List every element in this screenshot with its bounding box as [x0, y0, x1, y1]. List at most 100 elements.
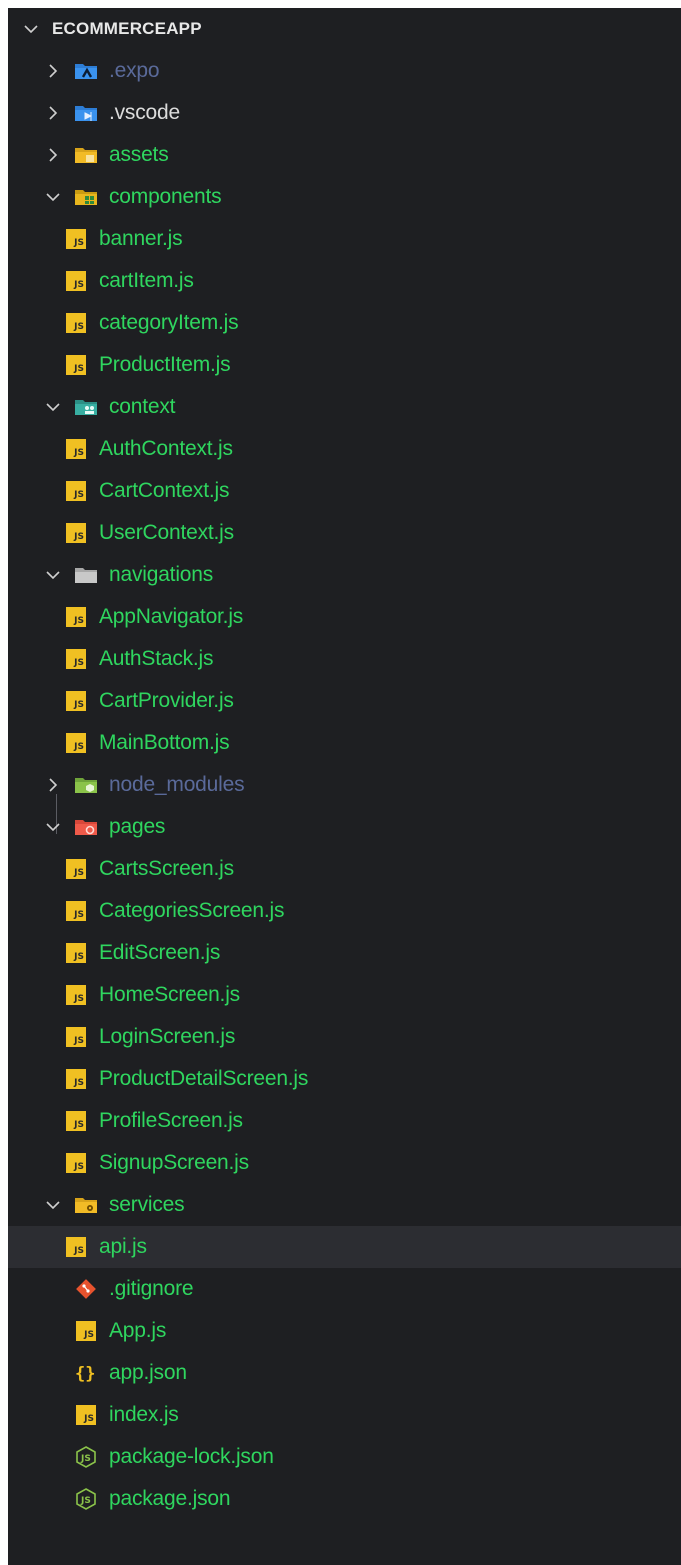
- folder-row-navigations[interactable]: navigations: [8, 554, 681, 596]
- file-row-package-json[interactable]: JS package.json: [8, 1478, 681, 1520]
- file-row-categoryitem-js[interactable]: JS categoryItem.js: [8, 302, 681, 344]
- tree-item-label: UserContext.js: [99, 521, 234, 544]
- node-folder-icon: [74, 773, 98, 797]
- file-row-usercontext-js[interactable]: JS UserContext.js: [8, 512, 681, 554]
- file-row-categoriesscreen-js[interactable]: JS CategoriesScreen.js: [8, 890, 681, 932]
- tree-item-label: node_modules: [109, 773, 245, 796]
- tree-item-label: app.json: [109, 1361, 187, 1384]
- js-file-icon: JS: [64, 1025, 88, 1049]
- file-row-productitem-js[interactable]: JS ProductItem.js: [8, 344, 681, 386]
- tree-item-label: ProfileScreen.js: [99, 1109, 243, 1132]
- chevron-right-icon[interactable]: [42, 102, 64, 124]
- js-file-icon: JS: [64, 353, 88, 377]
- tree-item-label: cartItem.js: [99, 269, 194, 292]
- js-file-icon: JS: [74, 1319, 98, 1343]
- services-folder-icon: [74, 1193, 98, 1217]
- js-file-icon: JS: [64, 1109, 88, 1133]
- file-row-app-js[interactable]: JS App.js: [8, 1310, 681, 1352]
- chevron-right-icon[interactable]: [42, 144, 64, 166]
- tree-item-label: components: [109, 185, 222, 208]
- folder-row-services[interactable]: services: [8, 1184, 681, 1226]
- components-folder-icon: [74, 185, 98, 209]
- js-file-icon: JS: [64, 857, 88, 881]
- chevron-right-icon[interactable]: [42, 60, 64, 82]
- tree-item-label: AuthStack.js: [99, 647, 214, 670]
- tree-item-label: CartProvider.js: [99, 689, 234, 712]
- js-file-icon: JS: [64, 731, 88, 755]
- chevron-down-icon: [20, 18, 42, 40]
- tree-item-label: index.js: [109, 1403, 179, 1426]
- chevron-down-icon[interactable]: [42, 186, 64, 208]
- file-row-signupscreen-js[interactable]: JS SignupScreen.js: [8, 1142, 681, 1184]
- file-row-cartsscreen-js[interactable]: JS CartsScreen.js: [8, 848, 681, 890]
- file-row-mainbottom-js[interactable]: JS MainBottom.js: [8, 722, 681, 764]
- vscode-folder-icon: [74, 101, 98, 125]
- folder-row-vscode[interactable]: .vscode: [8, 92, 681, 134]
- chevron-down-icon[interactable]: [42, 396, 64, 418]
- assets-folder-icon: [74, 143, 98, 167]
- folder-row-expo[interactable]: .expo: [8, 50, 681, 92]
- explorer-root-label: ECOMMERCEAPP: [52, 19, 202, 38]
- json-braces-icon: {}: [74, 1361, 98, 1385]
- js-file-icon: JS: [64, 983, 88, 1007]
- file-row-cartcontext-js[interactable]: JS CartContext.js: [8, 470, 681, 512]
- svg-text:{}: {}: [75, 1364, 95, 1384]
- file-row-authstack-js[interactable]: JS AuthStack.js: [8, 638, 681, 680]
- chevron-down-icon[interactable]: [42, 1194, 64, 1216]
- folder-row-pages[interactable]: pages: [8, 806, 681, 848]
- file-row-productdetailscreen-js[interactable]: JS ProductDetailScreen.js: [8, 1058, 681, 1100]
- file-row-editscreen-js[interactable]: JS EditScreen.js: [8, 932, 681, 974]
- file-row-cartprovider-js[interactable]: JS CartProvider.js: [8, 680, 681, 722]
- js-file-icon: JS: [64, 1151, 88, 1175]
- file-row-gitignore[interactable]: .gitignore: [8, 1268, 681, 1310]
- file-row-cartitem-js[interactable]: JS cartItem.js: [8, 260, 681, 302]
- js-file-icon: JS: [64, 227, 88, 251]
- tree-item-label: App.js: [109, 1319, 167, 1342]
- js-file-icon: JS: [64, 941, 88, 965]
- expo-folder-icon: [74, 59, 98, 83]
- tree-item-label: HomeScreen.js: [99, 983, 240, 1006]
- chevron-right-icon[interactable]: [42, 774, 64, 796]
- chevron-down-icon[interactable]: [42, 816, 64, 838]
- tree-item-label: .expo: [109, 59, 160, 82]
- chevron-down-icon[interactable]: [42, 564, 64, 586]
- file-row-app-json[interactable]: {} app.json: [8, 1352, 681, 1394]
- file-row-loginscreen-js[interactable]: JS LoginScreen.js: [8, 1016, 681, 1058]
- folder-row-assets[interactable]: assets: [8, 134, 681, 176]
- js-file-icon: JS: [64, 647, 88, 671]
- explorer-root-ecommerceapp[interactable]: ECOMMERCEAPP: [8, 8, 681, 50]
- tree-item-label: .vscode: [109, 101, 180, 124]
- tree-item-label: MainBottom.js: [99, 731, 230, 754]
- context-folder-icon: [74, 395, 98, 419]
- js-file-icon: JS: [64, 521, 88, 545]
- git-icon: [74, 1277, 98, 1301]
- file-row-api-js[interactable]: JS api.js: [8, 1226, 681, 1268]
- tree-item-label: .gitignore: [109, 1277, 194, 1300]
- tree-item-label: AuthContext.js: [99, 437, 233, 460]
- pages-folder-icon: [74, 815, 98, 839]
- tree-item-label: CartContext.js: [99, 479, 230, 502]
- file-row-homescreen-js[interactable]: JS HomeScreen.js: [8, 974, 681, 1016]
- tree-item-label: categoryItem.js: [99, 311, 239, 334]
- file-row-index-js[interactable]: JS index.js: [8, 1394, 681, 1436]
- js-file-icon: JS: [74, 1403, 98, 1427]
- file-row-authcontext-js[interactable]: JS AuthContext.js: [8, 428, 681, 470]
- tree-item-label: LoginScreen.js: [99, 1025, 236, 1048]
- file-row-profilescreen-js[interactable]: JS ProfileScreen.js: [8, 1100, 681, 1142]
- file-explorer: ECOMMERCEAPP .expo .vscode assets component…: [8, 8, 681, 1565]
- file-row-package-lock-json[interactable]: JS package-lock.json: [8, 1436, 681, 1478]
- js-file-icon: JS: [64, 269, 88, 293]
- tree-item-label: services: [109, 1193, 185, 1216]
- file-row-banner-js[interactable]: JS banner.js: [8, 218, 681, 260]
- folder-row-context[interactable]: context: [8, 386, 681, 428]
- js-file-icon: JS: [64, 689, 88, 713]
- file-row-appnavigator-js[interactable]: JS AppNavigator.js: [8, 596, 681, 638]
- js-file-icon: JS: [64, 437, 88, 461]
- js-file-icon: JS: [64, 605, 88, 629]
- folder-row-node-modules[interactable]: node_modules: [8, 764, 681, 806]
- folder-row-components[interactable]: components: [8, 176, 681, 218]
